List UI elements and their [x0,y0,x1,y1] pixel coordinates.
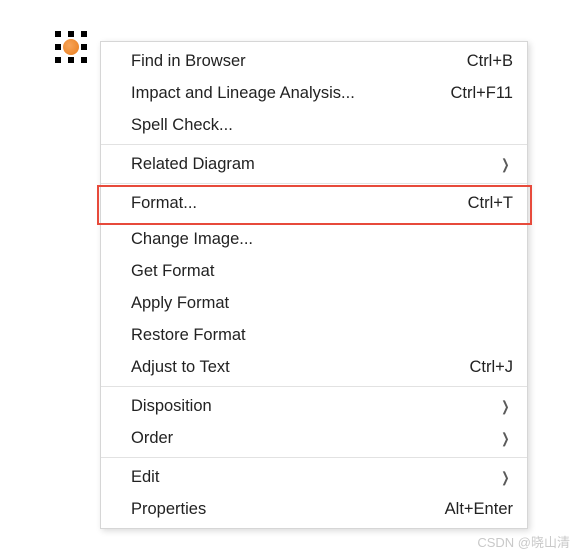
menu-item-find-in-browser[interactable]: Find in Browser Ctrl+B [101,45,527,77]
menu-item-label: Restore Format [131,326,513,345]
selected-canvas-object[interactable] [55,31,87,63]
menu-item-label: Find in Browser [131,52,457,71]
menu-item-accel: Ctrl+F11 [440,84,513,103]
resize-handle-bottom-right[interactable] [81,57,87,63]
menu-divider [101,144,527,145]
menu-item-order[interactable]: Order ❯ [101,422,527,454]
menu-item-adjust-to-text[interactable]: Adjust to Text Ctrl+J [101,351,527,383]
menu-item-edit[interactable]: Edit ❯ [101,461,527,493]
menu-item-label: Impact and Lineage Analysis... [131,84,440,103]
menu-item-label: Spell Check... [131,116,513,135]
orange-circle-icon [63,39,79,55]
resize-handle-mid-right[interactable] [81,44,87,50]
chevron-right-icon: ❯ [495,398,510,415]
menu-divider [101,386,527,387]
menu-item-accel: Ctrl+T [458,194,513,213]
menu-divider [101,183,527,184]
menu-item-disposition[interactable]: Disposition ❯ [101,390,527,422]
menu-item-label: Change Image... [131,230,513,249]
menu-item-format[interactable]: Format... Ctrl+T [101,187,527,219]
menu-item-label: Order [131,429,491,448]
menu-item-get-format[interactable]: Get Format [101,255,527,287]
menu-item-apply-format[interactable]: Apply Format [101,287,527,319]
menu-item-label: Adjust to Text [131,358,459,377]
menu-item-label: Get Format [131,262,513,281]
menu-item-change-image[interactable]: Change Image... [101,223,527,255]
resize-handle-mid-left[interactable] [55,44,61,50]
menu-item-label: Related Diagram [131,155,491,174]
chevron-right-icon: ❯ [495,469,510,486]
chevron-right-icon: ❯ [495,156,510,173]
context-menu: Find in Browser Ctrl+B Impact and Lineag… [100,41,528,529]
menu-item-accel: Alt+Enter [435,500,513,519]
menu-item-accel: Ctrl+B [457,52,513,71]
chevron-right-icon: ❯ [495,430,510,447]
menu-item-label: Edit [131,468,491,487]
resize-handle-top-mid[interactable] [68,31,74,37]
menu-divider [101,457,527,458]
menu-item-label: Apply Format [131,294,513,313]
menu-item-label: Disposition [131,397,491,416]
menu-item-label: Properties [131,500,435,519]
resize-handle-top-right[interactable] [81,31,87,37]
menu-item-restore-format[interactable]: Restore Format [101,319,527,351]
menu-item-spell-check[interactable]: Spell Check... [101,109,527,141]
resize-handle-bottom-left[interactable] [55,57,61,63]
resize-handle-top-left[interactable] [55,31,61,37]
menu-item-label: Format... [131,194,458,213]
menu-item-related-diagram[interactable]: Related Diagram ❯ [101,148,527,180]
menu-item-impact-lineage[interactable]: Impact and Lineage Analysis... Ctrl+F11 [101,77,527,109]
menu-item-accel: Ctrl+J [459,358,513,377]
watermark: CSDN @晓山清 [477,532,570,551]
resize-handle-bottom-mid[interactable] [68,57,74,63]
menu-item-properties[interactable]: Properties Alt+Enter [101,493,527,525]
